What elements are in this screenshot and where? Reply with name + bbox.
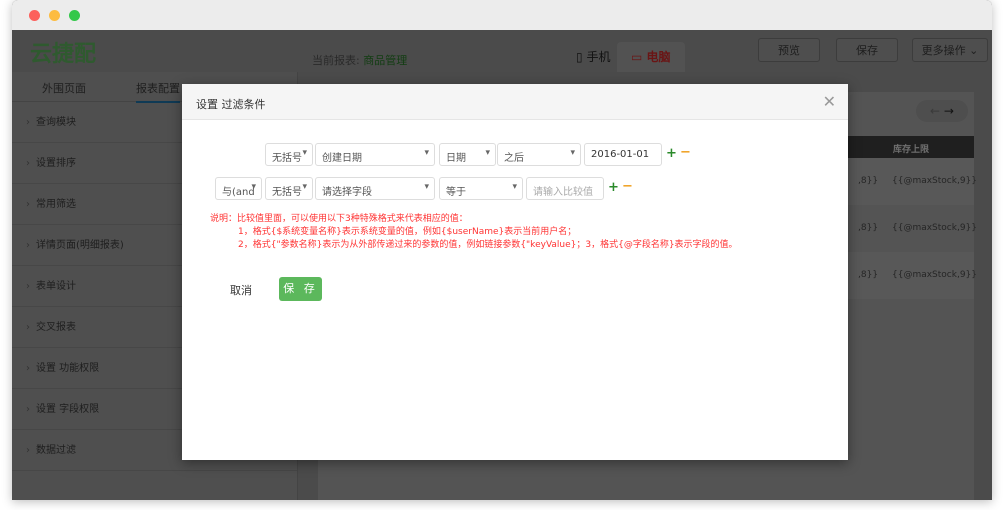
value-input-1[interactable]: 2016-01-01	[584, 143, 662, 166]
cell: {{@maxStock,9}}	[892, 176, 978, 186]
tab-outer-pages[interactable]: 外围页面	[42, 80, 86, 96]
operator-select-1[interactable]: 之后	[497, 143, 581, 166]
arrow-right-icon[interactable]: →	[944, 104, 954, 118]
phone-icon: ▯	[576, 50, 583, 64]
pager-arrows: ← →	[916, 100, 968, 122]
cell: {{@maxStock,9}}	[892, 270, 978, 280]
save-button[interactable]: 保 存	[279, 277, 322, 301]
add-condition-icon[interactable]: +	[666, 146, 677, 161]
minimize-window-button[interactable]	[49, 10, 60, 21]
tab-desktop[interactable]: ▭ 电脑	[617, 42, 685, 72]
cell: {{@maxStock,9}}	[892, 223, 978, 233]
bracket-select-2[interactable]: 无括号	[265, 177, 313, 200]
type-select-1[interactable]: 日期	[439, 143, 496, 166]
cell: ,8}}	[858, 270, 879, 280]
more-actions-button[interactable]: 更多操作 ⌄	[912, 38, 988, 62]
field-select-1[interactable]: 创建日期	[315, 143, 435, 166]
preview-button[interactable]: 预览	[758, 38, 820, 62]
note-line: 1，格式{$系统变量名称}表示系统变量的值，例如{$userName}表示当前用…	[238, 227, 577, 237]
monitor-icon: ▭	[631, 50, 643, 64]
operator-select-2[interactable]: 等于	[439, 177, 523, 200]
column-header: 库存上限	[893, 145, 930, 155]
cancel-button[interactable]: 取消	[230, 282, 252, 298]
arrow-left-icon[interactable]: ←	[930, 104, 940, 118]
filter-dialog: 设置 过滤条件 ✕ 无括号 创建日期 日期 之后 2016-01-01 + − 与…	[182, 84, 848, 460]
maximize-window-button[interactable]	[69, 10, 80, 21]
dialog-title: 设置 过滤条件	[196, 98, 266, 111]
close-window-button[interactable]	[29, 10, 40, 21]
title-bar	[12, 0, 992, 30]
current-report-name: 商品管理	[363, 54, 408, 67]
logo: 云捷配	[30, 42, 97, 67]
add-condition-icon[interactable]: +	[608, 180, 619, 195]
close-icon[interactable]: ✕	[823, 92, 836, 111]
current-report: 当前报表: 商品管理	[312, 52, 407, 68]
logic-select-2[interactable]: 与(and	[215, 177, 262, 200]
note-line: 说明：比较值里面，可以使用以下3种特殊格式来代表相应的值：	[210, 214, 468, 224]
tab-label: 手机	[586, 50, 611, 64]
note-line: 2，格式{"参数名称}表示为从外部传递过来的参数的值，例如链接参数{"keyVa…	[238, 240, 738, 250]
value-input-2[interactable]: 请输入比较值	[526, 177, 604, 200]
help-note: 说明：比较值里面，可以使用以下3种特殊格式来代表相应的值： 1，格式{$系统变量…	[210, 213, 738, 252]
tab-label: 电脑	[646, 50, 671, 64]
remove-condition-icon[interactable]: −	[680, 145, 691, 160]
current-report-label: 当前报表:	[312, 54, 360, 67]
bracket-select-1[interactable]: 无括号	[265, 143, 313, 166]
remove-condition-icon[interactable]: −	[622, 179, 633, 194]
cell: ,8}}	[858, 176, 879, 186]
save-header-button[interactable]: 保存	[836, 38, 898, 62]
field-select-2[interactable]: 请选择字段	[315, 177, 435, 200]
cell: ,8}}	[858, 223, 879, 233]
tab-mobile[interactable]: ▯ 手机	[562, 42, 624, 72]
tab-report-config[interactable]: 报表配置	[136, 80, 180, 103]
dialog-header: 设置 过滤条件 ✕	[182, 84, 848, 120]
